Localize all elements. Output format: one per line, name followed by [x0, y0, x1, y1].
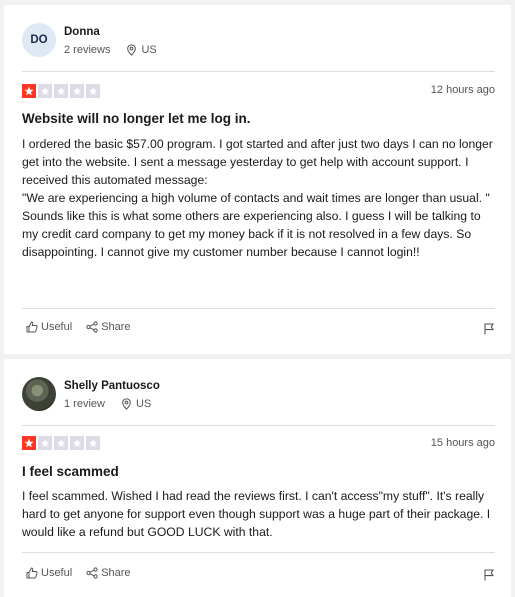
- star-icon: [22, 436, 36, 450]
- review-paragraph: I ordered the basic $57.00 program. I go…: [22, 137, 493, 187]
- star-icon: [54, 84, 68, 98]
- share-icon: [86, 321, 98, 333]
- star-icon: [54, 436, 68, 450]
- reviewer-name[interactable]: Donna: [64, 26, 100, 38]
- review-actions: Useful Share: [26, 567, 131, 579]
- divider: [22, 308, 495, 309]
- star-icon: [22, 84, 36, 98]
- flag-icon[interactable]: [483, 323, 495, 335]
- share-label: Share: [101, 321, 131, 333]
- review-title[interactable]: I feel scammed: [22, 464, 119, 479]
- star-icon: [86, 84, 100, 98]
- reviewer-name[interactable]: Shelly Pantuosco: [64, 380, 160, 392]
- thumbs-up-icon: [26, 321, 38, 333]
- avatar[interactable]: DO: [22, 23, 56, 57]
- star-icon: [70, 84, 84, 98]
- review-body: I feel scammed. Wished I had read the re…: [22, 487, 500, 541]
- review-paragraph: Sounds like this is what some others are…: [22, 209, 481, 259]
- star-rating: [22, 436, 100, 450]
- review-paragraph: "We are experiencing a high volume of co…: [22, 191, 490, 205]
- location-pin-icon: [122, 398, 131, 410]
- review-date: 15 hours ago: [430, 437, 495, 449]
- share-button[interactable]: Share: [86, 321, 131, 333]
- review-body: I ordered the basic $57.00 program. I go…: [22, 135, 500, 261]
- divider: [22, 71, 495, 72]
- review-title[interactable]: Website will no longer let me log in.: [22, 111, 251, 126]
- location-pin-icon: [127, 44, 137, 56]
- useful-label: Useful: [41, 567, 73, 579]
- thumbs-up-icon: [26, 567, 38, 579]
- review-date: 12 hours ago: [430, 84, 495, 96]
- avatar[interactable]: [22, 377, 56, 411]
- reviewer-country: US: [141, 44, 157, 56]
- review-count: 2 reviews: [64, 44, 111, 56]
- share-label: Share: [101, 567, 131, 579]
- review-actions: Useful Share: [26, 321, 131, 333]
- useful-button[interactable]: Useful: [26, 567, 72, 579]
- review-paragraph: I feel scammed. Wished I had read the re…: [22, 489, 491, 539]
- share-button[interactable]: Share: [86, 567, 131, 579]
- divider: [22, 425, 495, 426]
- review-card: DO Donna 2 reviews US 12 hours ago Websi…: [4, 5, 511, 354]
- useful-label: Useful: [41, 321, 73, 333]
- star-icon: [70, 436, 84, 450]
- reviewer-meta: 1 review US: [64, 398, 151, 410]
- star-icon: [38, 436, 52, 450]
- reviewer-meta: 2 reviews US: [64, 44, 157, 56]
- reviewer-country: US: [135, 398, 152, 410]
- review-count: 1 review: [64, 398, 105, 410]
- divider: [22, 552, 495, 553]
- share-icon: [86, 567, 98, 579]
- star-icon: [38, 84, 52, 98]
- flag-icon[interactable]: [483, 569, 495, 581]
- useful-button[interactable]: Useful: [26, 321, 72, 333]
- star-rating: [22, 84, 100, 98]
- review-card: Shelly Pantuosco 1 review US 15 hours ag…: [4, 359, 511, 597]
- star-icon: [86, 436, 100, 450]
